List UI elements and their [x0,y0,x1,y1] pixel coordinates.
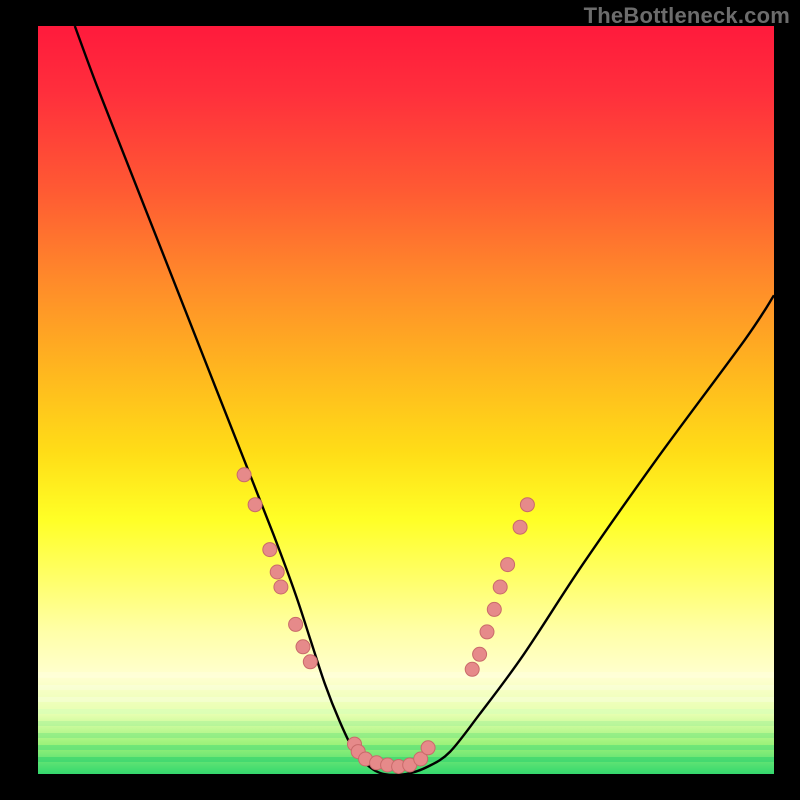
curve-svg [38,26,774,774]
curve-marker [487,602,501,616]
curve-marker [473,647,487,661]
curve-marker [248,498,262,512]
curve-marker [263,543,277,557]
curve-marker [303,655,317,669]
chart-stage: { "watermark": "TheBottleneck.com", "col… [0,0,800,800]
curve-marker [513,520,527,534]
curve-marker [465,662,479,676]
curve-marker [520,498,534,512]
curve-marker [493,580,507,594]
curve-marker [480,625,494,639]
plot-area [38,26,774,774]
curve-marker [270,565,284,579]
curve-marker [289,617,303,631]
curve-markers [237,468,534,774]
curve-marker [501,558,515,572]
curve-marker [237,468,251,482]
curve-marker [421,741,435,755]
curve-marker [274,580,288,594]
bottleneck-curve [75,26,774,774]
curve-marker [296,640,310,654]
